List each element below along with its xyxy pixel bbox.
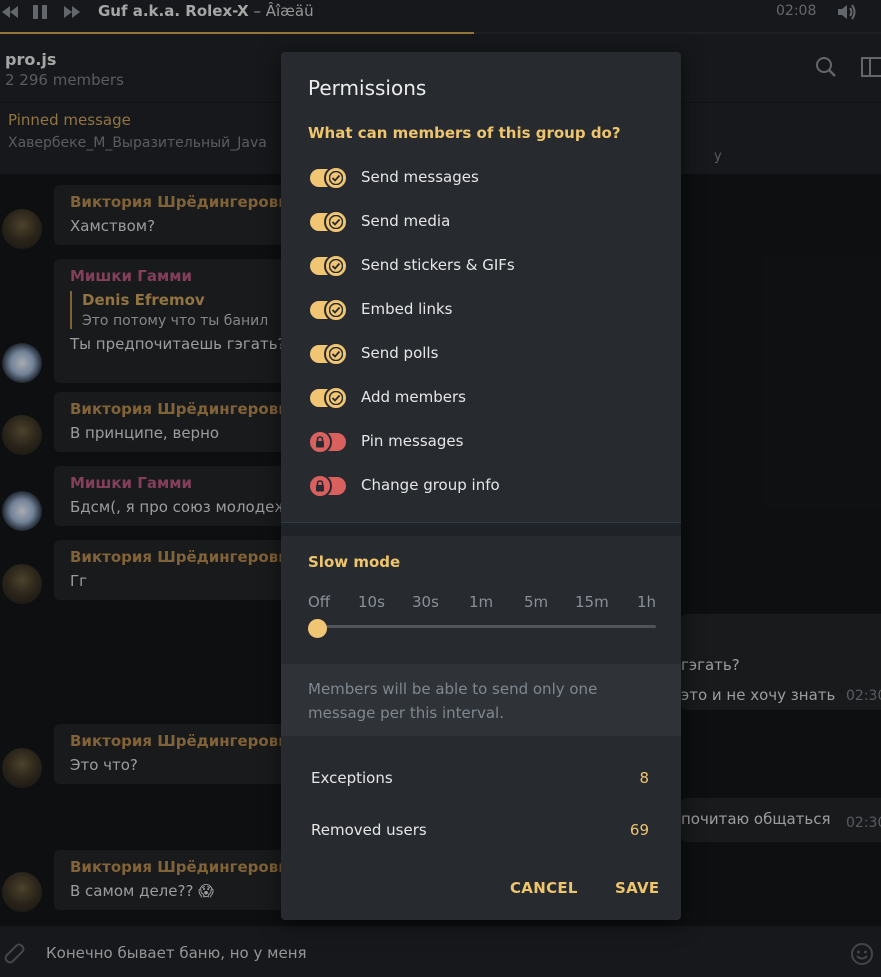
- toggle-switch[interactable]: [310, 342, 348, 366]
- exceptions-row[interactable]: Exceptions 8: [281, 759, 681, 799]
- permission-label: Send polls: [361, 344, 439, 362]
- toggle-switch[interactable]: [310, 386, 348, 410]
- removed-users-row[interactable]: Removed users 69: [281, 811, 681, 851]
- lock-icon: [316, 480, 324, 492]
- cancel-button[interactable]: CANCEL: [510, 879, 578, 897]
- toggle-switch[interactable]: [310, 298, 348, 322]
- permission-change-group-info[interactable]: Change group info: [308, 472, 648, 500]
- slow-mode-option[interactable]: 30s: [412, 593, 439, 611]
- permission-label: Embed links: [361, 300, 453, 318]
- check-icon: [329, 259, 343, 273]
- permission-label: Send stickers & GIFs: [361, 256, 515, 274]
- permission-pin-messages[interactable]: Pin messages: [308, 428, 648, 456]
- slow-mode-slider-handle[interactable]: [308, 619, 327, 638]
- permission-send-stickers[interactable]: Send stickers & GIFs: [308, 252, 648, 280]
- check-icon: [329, 347, 343, 361]
- permission-send-polls[interactable]: Send polls: [308, 340, 648, 368]
- toggle-switch[interactable]: [310, 210, 348, 234]
- removed-users-count: 69: [629, 821, 649, 839]
- permissions-question: What can members of this group do?: [308, 124, 621, 142]
- permission-send-messages[interactable]: Send messages: [308, 164, 648, 192]
- permission-embed-links[interactable]: Embed links: [308, 296, 648, 324]
- permissions-dialog: Permissions What can members of this gro…: [281, 52, 681, 920]
- permission-label: Send messages: [361, 168, 479, 186]
- slow-mode-option[interactable]: 1h: [637, 593, 656, 611]
- lock-icon: [316, 436, 324, 448]
- check-icon: [329, 171, 343, 185]
- check-icon: [329, 303, 343, 317]
- slow-mode-info: Members will be able to send only one me…: [281, 664, 681, 736]
- permission-send-media[interactable]: Send media: [308, 208, 648, 236]
- slow-mode-option[interactable]: 10s: [358, 593, 385, 611]
- toggle-switch[interactable]: [308, 474, 346, 498]
- slow-mode-option[interactable]: 5m: [524, 593, 548, 611]
- permission-label: Change group info: [361, 476, 500, 494]
- removed-users-label: Removed users: [311, 821, 427, 839]
- save-button[interactable]: SAVE: [615, 879, 659, 897]
- slow-mode-option[interactable]: 15m: [575, 593, 609, 611]
- exceptions-count: 8: [639, 769, 649, 787]
- toggle-switch[interactable]: [310, 254, 348, 278]
- slow-mode-slider-track[interactable]: [318, 625, 656, 628]
- check-icon: [329, 391, 343, 405]
- permission-label: Send media: [361, 212, 451, 230]
- exceptions-label: Exceptions: [311, 769, 393, 787]
- permission-add-members[interactable]: Add members: [308, 384, 648, 412]
- check-icon: [329, 215, 343, 229]
- slow-mode-option[interactable]: Off: [308, 593, 330, 611]
- slow-mode-title: Slow mode: [308, 553, 401, 571]
- permission-label: Add members: [361, 388, 466, 406]
- section-divider: [281, 522, 681, 536]
- slow-mode-info-text: Members will be able to send only one me…: [308, 680, 598, 722]
- toggle-switch[interactable]: [310, 166, 348, 190]
- permission-label: Pin messages: [361, 432, 464, 450]
- slow-mode-option[interactable]: 1m: [469, 593, 493, 611]
- dialog-title: Permissions: [308, 76, 427, 100]
- toggle-switch[interactable]: [308, 430, 346, 454]
